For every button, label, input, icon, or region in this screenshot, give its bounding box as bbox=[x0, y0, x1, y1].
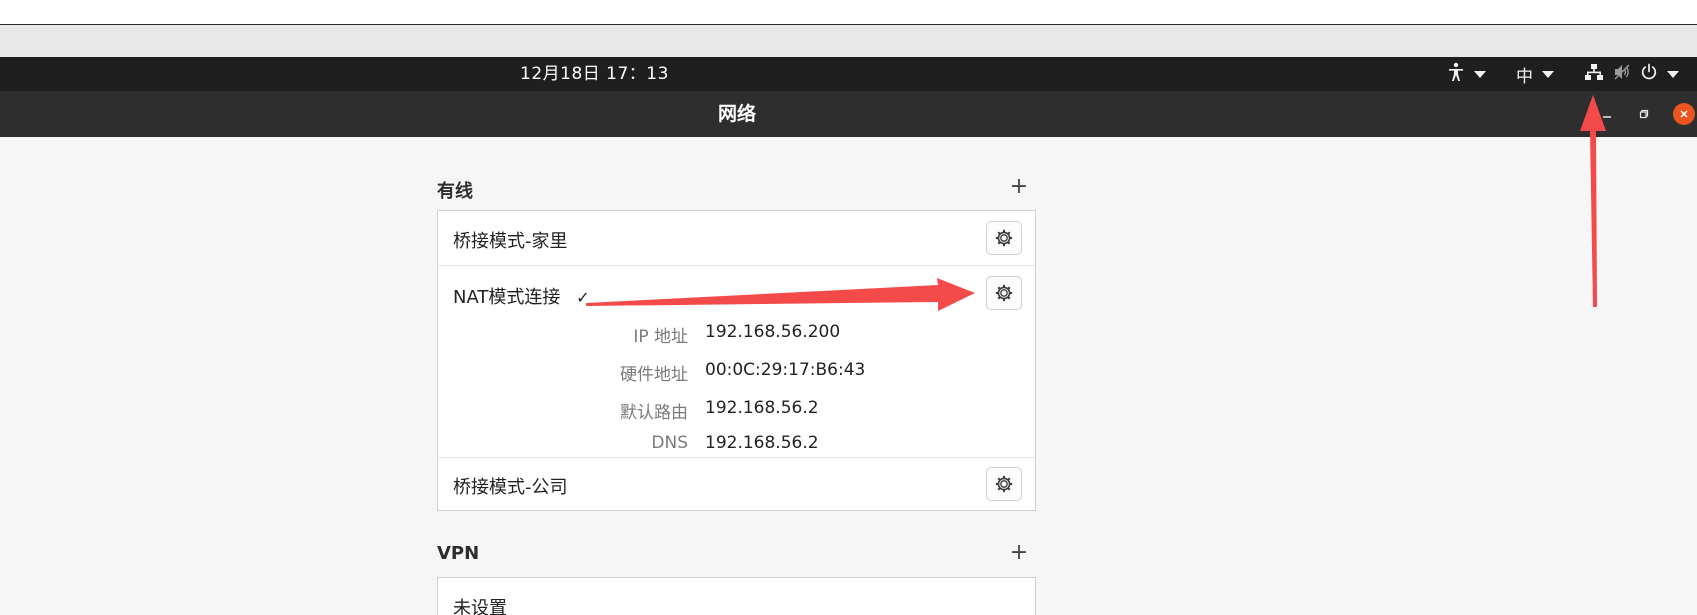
status-menu[interactable] bbox=[1584, 57, 1679, 91]
close-button[interactable] bbox=[1673, 103, 1695, 125]
gear-icon bbox=[995, 229, 1013, 247]
connection-name-wrap: NAT模式连接 ✓ bbox=[453, 283, 590, 309]
hardware-address-label: 硬件地址 bbox=[620, 365, 688, 385]
add-wired-connection-button[interactable]: + bbox=[1006, 173, 1032, 199]
connection-settings-button[interactable] bbox=[986, 467, 1022, 501]
close-icon bbox=[1680, 110, 1688, 118]
system-top-bar: 12月18日 17：13 中 bbox=[0, 57, 1697, 91]
browser-top-strip bbox=[0, 0, 1697, 25]
restore-button[interactable] bbox=[1633, 103, 1655, 125]
gear-icon bbox=[995, 284, 1013, 302]
vpn-panel: 未设置 bbox=[437, 577, 1036, 615]
input-method-menu[interactable]: 中 bbox=[1516, 57, 1554, 91]
wired-connections-panel: 桥接模式-家里 NAT模式连接 ✓ IP 地址 192.168.56.200 硬… bbox=[437, 210, 1036, 511]
gear-icon bbox=[995, 475, 1013, 493]
power-icon bbox=[1640, 63, 1658, 86]
restore-icon bbox=[1639, 109, 1649, 119]
default-route-value: 192.168.56.2 bbox=[705, 398, 819, 418]
vpn-empty-label: 未设置 bbox=[453, 598, 507, 615]
connection-row-bridge-office[interactable]: 桥接模式-公司 bbox=[438, 458, 1035, 511]
connection-name: 桥接模式-家里 bbox=[453, 231, 568, 252]
connection-row-nat[interactable]: NAT模式连接 ✓ IP 地址 192.168.56.200 硬件地址 00:0… bbox=[438, 266, 1035, 458]
volume-muted-icon bbox=[1613, 63, 1631, 86]
ip-address-value: 192.168.56.200 bbox=[705, 322, 841, 342]
wired-section-title: 有线 bbox=[437, 181, 473, 202]
input-method-label: 中 bbox=[1516, 66, 1533, 87]
dns-label: DNS bbox=[651, 433, 688, 453]
dns-value: 192.168.56.2 bbox=[705, 433, 819, 453]
chevron-down-icon bbox=[1542, 70, 1554, 78]
connection-settings-button[interactable] bbox=[986, 221, 1022, 255]
network-settings-content: 有线 + 桥接模式-家里 NAT模式连接 ✓ IP 地址 192.168.56.… bbox=[0, 137, 1697, 615]
connection-settings-button[interactable] bbox=[986, 276, 1022, 310]
wired-network-icon bbox=[1584, 63, 1604, 86]
ip-address-label: IP 地址 bbox=[633, 327, 688, 347]
accessibility-menu[interactable] bbox=[1447, 57, 1486, 91]
vpn-section-title: VPN bbox=[437, 543, 480, 564]
minimize-icon bbox=[1603, 116, 1611, 118]
chevron-down-icon bbox=[1667, 70, 1679, 78]
connection-row-bridge-home[interactable]: 桥接模式-家里 bbox=[438, 211, 1035, 266]
window-title: 网络 bbox=[717, 103, 756, 125]
active-check-icon: ✓ bbox=[576, 288, 590, 307]
accessibility-icon bbox=[1447, 62, 1465, 87]
screen: 12月18日 17：13 中 网络 有线 + 桥接模式-家里 NAT模式连接 ✓… bbox=[0, 0, 1697, 615]
browser-toolbar-strip bbox=[0, 25, 1697, 57]
hardware-address-value: 00:0C:29:17:B6:43 bbox=[705, 360, 866, 380]
add-vpn-button[interactable]: + bbox=[1006, 539, 1032, 565]
chevron-down-icon bbox=[1474, 70, 1486, 78]
minimize-button[interactable] bbox=[1596, 103, 1618, 125]
clock[interactable]: 12月18日 17：13 bbox=[520, 57, 669, 91]
connection-name: 桥接模式-公司 bbox=[453, 477, 568, 498]
window-titlebar: 网络 bbox=[0, 91, 1697, 137]
default-route-label: 默认路由 bbox=[620, 403, 688, 423]
connection-name: NAT模式连接 bbox=[453, 287, 561, 308]
